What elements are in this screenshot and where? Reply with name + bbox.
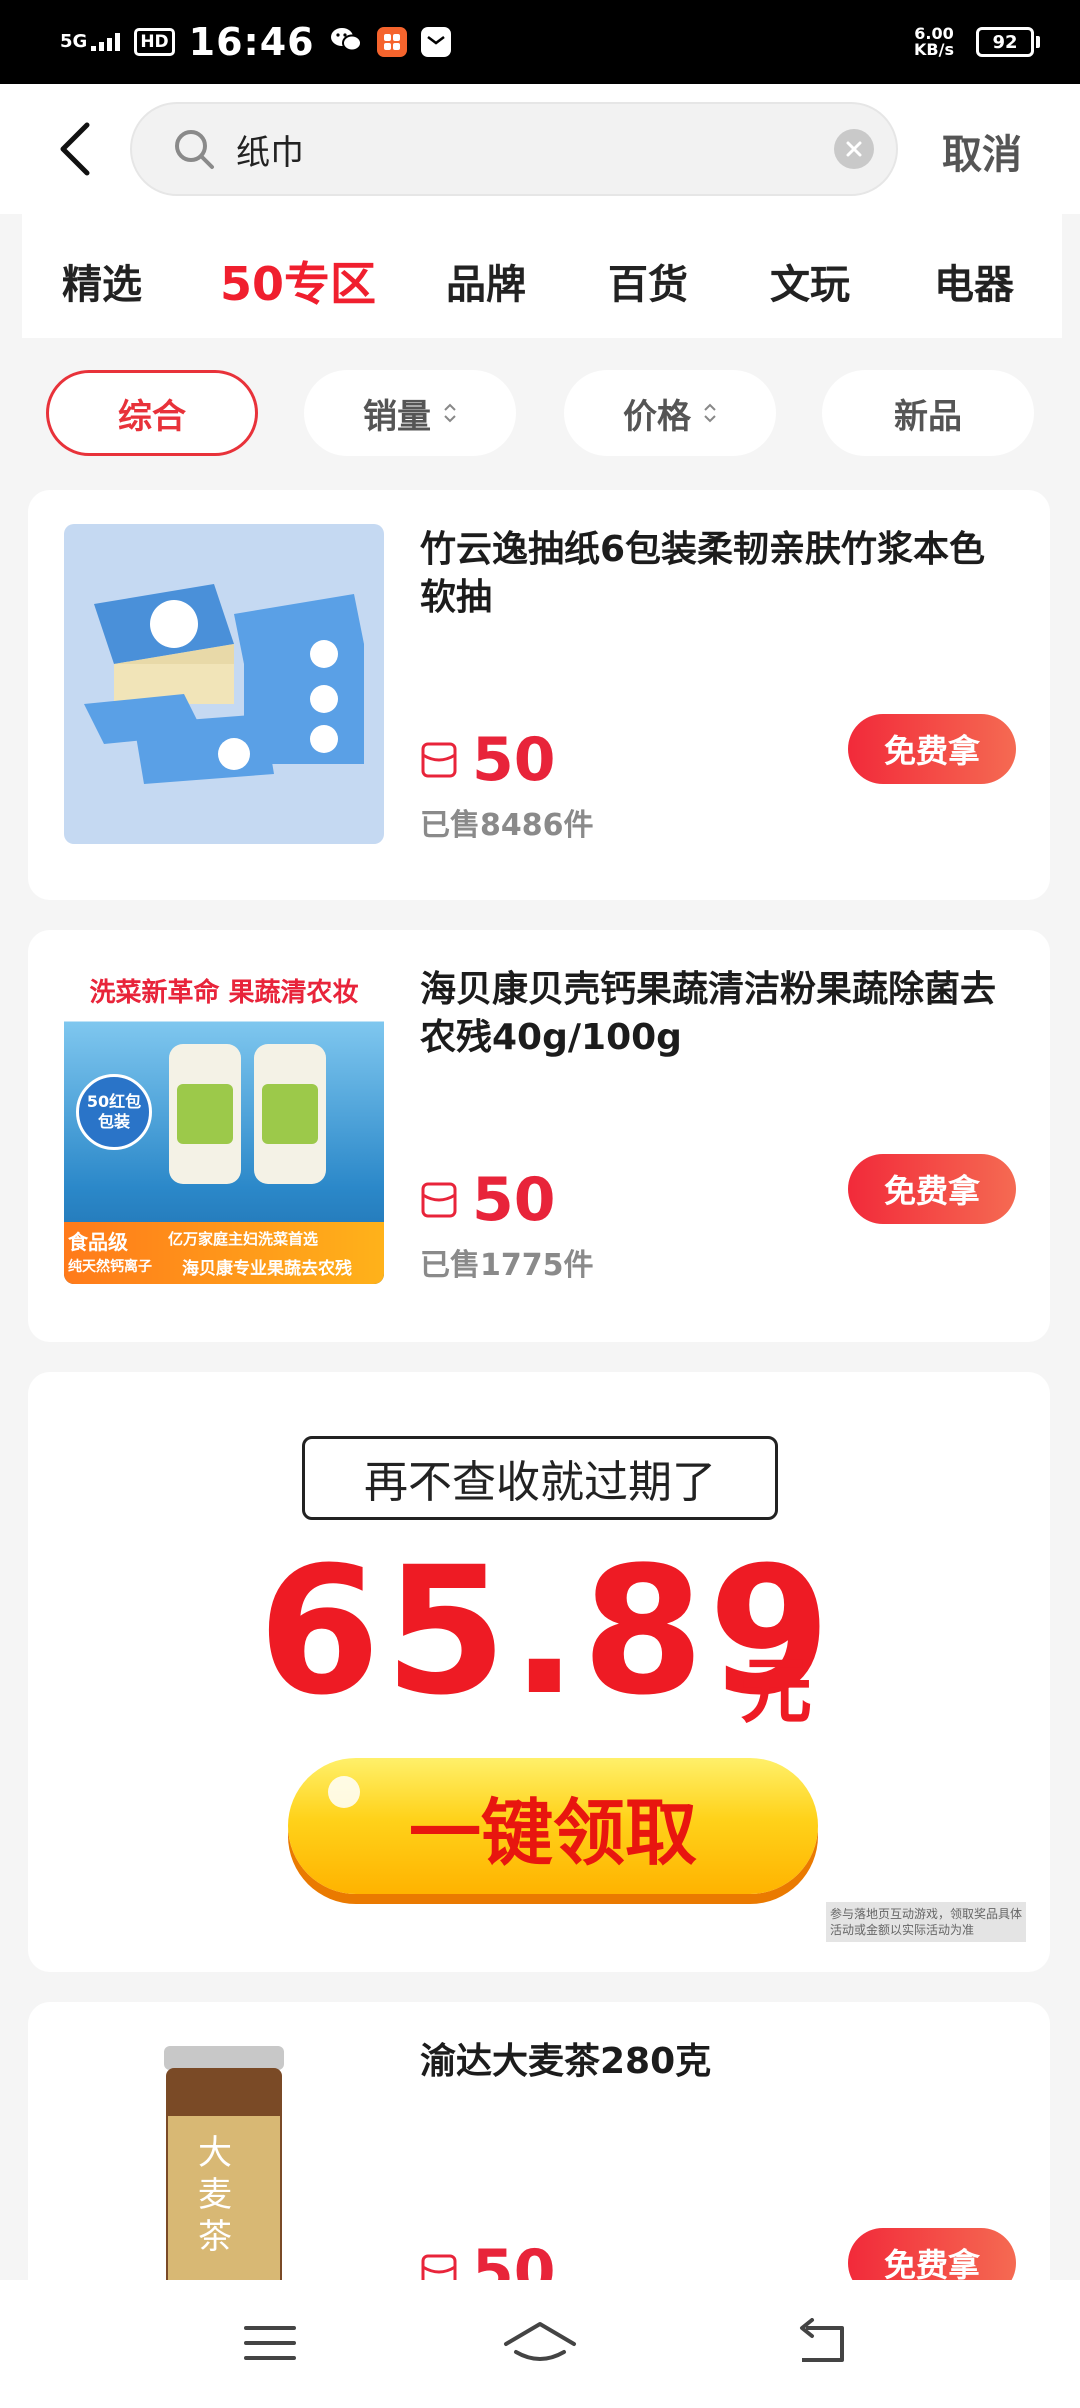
status-bar: 5G HD 16:46 6.00 KB/s 92: [0, 0, 1080, 84]
app-notification-icon: [376, 27, 407, 57]
red-packet-icon: [421, 1182, 457, 1218]
product-image: 洗菜新革命 果蔬清农妆 50红包包装 食品级 纯天然钙离子 亿万家庭主妇洗菜首选…: [64, 964, 384, 1284]
message-notification-icon: [420, 27, 451, 57]
sold-count: 已售8486件: [420, 808, 594, 843]
filter-comprehensive[interactable]: 综合: [46, 370, 258, 456]
search-input[interactable]: [236, 129, 834, 169]
image-badge: 50红包包装: [76, 1074, 152, 1150]
home-icon[interactable]: [500, 2318, 580, 2368]
chevron-left-icon: [60, 122, 90, 176]
product-image: 大麦茶: [64, 2036, 384, 2316]
claim-button-label: 一键领取: [408, 1790, 697, 1875]
filter-label: 新品: [894, 396, 962, 437]
wechat-icon: [329, 25, 363, 59]
image-footer: 海贝康专业果蔬去农残: [182, 1259, 352, 1279]
product-card[interactable]: 大麦茶 渝达大麦茶280克 50 免费拿: [28, 2002, 1050, 2316]
product-card[interactable]: 竹云逸抽纸6包装柔韧亲肤竹浆本色软抽 50 已售8486件 免费拿: [28, 490, 1050, 900]
product-price: 50: [472, 1165, 556, 1235]
image-label: 大麦茶: [198, 2133, 232, 2257]
close-icon: [846, 141, 862, 157]
tab-appliances[interactable]: 电器: [934, 252, 1014, 310]
reward-unit: 元: [740, 1649, 813, 1733]
sort-icon: [704, 403, 716, 423]
product-card[interactable]: 洗菜新革命 果蔬清农妆 50红包包装 食品级 纯天然钙离子 亿万家庭主妇洗菜首选…: [28, 930, 1050, 1342]
reward-disclaimer: 参与落地页互动游戏，领取奖品具体活动或金额以实际活动为准: [826, 1902, 1026, 1942]
product-title: 竹云逸抽纸6包装柔韧亲肤竹浆本色软抽: [420, 529, 986, 618]
reward-card: 再不查收就过期了 65.89 元 一键领取 参与落地页互动游戏，领取奖品具体活动…: [28, 1372, 1050, 1972]
price-row: 50: [420, 730, 556, 790]
clear-search-button[interactable]: [834, 129, 874, 169]
claim-reward-button[interactable]: 一键领取: [288, 1758, 818, 1894]
search-header: 取消: [0, 84, 1080, 214]
battery-level: 92: [976, 27, 1034, 57]
free-get-button[interactable]: 免费拿: [848, 714, 1016, 784]
menu-icon[interactable]: [240, 2318, 300, 2368]
filter-price[interactable]: 价格: [564, 370, 776, 456]
filter-label: 价格: [623, 396, 691, 437]
back-nav-icon[interactable]: [792, 2318, 852, 2368]
product-title: 海贝康贝壳钙果蔬清洁粉果蔬除菌去农残40g/100g: [420, 969, 997, 1058]
filter-label: 综合: [118, 396, 186, 437]
tab-general-goods[interactable]: 百货: [608, 252, 688, 310]
image-banner-text: 洗菜新革命 果蔬清农妆: [89, 978, 359, 1008]
tab-featured[interactable]: 精选: [62, 252, 142, 310]
free-get-button[interactable]: 免费拿: [848, 1154, 1016, 1224]
signal-icon: 5G: [60, 31, 121, 52]
reward-expiry-tag: 再不查收就过期了: [302, 1436, 778, 1520]
red-packet-icon: [421, 742, 457, 778]
product-image: [64, 524, 384, 844]
battery-icon: 92: [976, 27, 1040, 57]
search-box[interactable]: [130, 102, 898, 196]
tab-50-zone[interactable]: 50专区: [220, 248, 376, 314]
network-speed: 6.00 KB/s: [914, 24, 954, 59]
filter-sales[interactable]: 销量: [304, 370, 516, 456]
sort-icon: [444, 403, 456, 423]
filter-new[interactable]: 新品: [822, 370, 1034, 456]
hd-icon: HD: [134, 28, 175, 56]
product-title: 渝达大麦茶280克: [420, 2041, 712, 2082]
search-icon: [175, 130, 214, 169]
cancel-button[interactable]: 取消: [942, 122, 1022, 180]
product-price: 50: [472, 725, 556, 795]
tab-brand[interactable]: 品牌: [446, 252, 526, 310]
clock: 16:46: [188, 20, 315, 64]
price-row: 50: [420, 1170, 556, 1230]
back-button[interactable]: [40, 114, 110, 184]
category-tabs: 精选 50专区 品牌 百货 文玩 电器: [22, 214, 1062, 338]
image-footer-top: 亿万家庭主妇洗菜首选: [168, 1230, 319, 1248]
image-tag-sub: 纯天然钙离子: [68, 1259, 152, 1275]
filter-label: 销量: [363, 396, 431, 437]
sold-count: 已售1775件: [420, 1248, 594, 1283]
tab-collectibles[interactable]: 文玩: [770, 252, 850, 310]
image-tag: 食品级: [68, 1230, 128, 1254]
system-nav-bar: [0, 2280, 1080, 2408]
network-type: 5G: [60, 31, 88, 52]
